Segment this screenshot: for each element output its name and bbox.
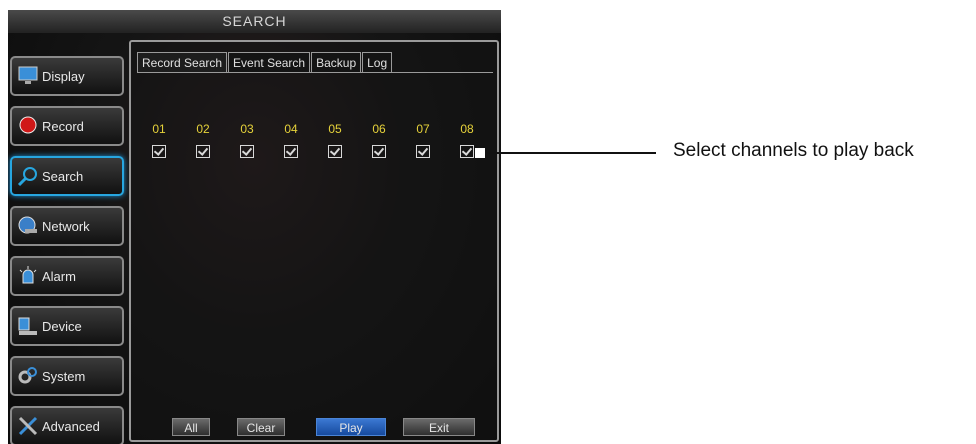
tab-bar: Record Search Event Search Backup Log bbox=[137, 52, 393, 73]
channel-checkbox[interactable] bbox=[284, 145, 298, 158]
search-panel: Record Search Event Search Backup Log 01… bbox=[129, 40, 499, 442]
sidebar-item-label: Alarm bbox=[42, 269, 76, 284]
sidebar-item-device[interactable]: Device bbox=[10, 306, 124, 346]
channel-number: 05 bbox=[328, 122, 342, 136]
sidebar-item-label: Search bbox=[42, 169, 84, 184]
window-title: SEARCH bbox=[8, 10, 501, 33]
channel-1: 01 bbox=[147, 122, 171, 158]
sidebar-item-label: Display bbox=[42, 69, 85, 84]
tab-divider bbox=[137, 72, 493, 73]
channel-4: 04 bbox=[279, 122, 303, 158]
sidebar-item-advanced[interactable]: Advanced bbox=[10, 406, 124, 444]
device-icon bbox=[18, 317, 37, 335]
globe-network-icon bbox=[18, 216, 37, 234]
tools-icon bbox=[18, 416, 38, 436]
channel-2: 02 bbox=[191, 122, 215, 158]
channel-number: 02 bbox=[196, 122, 210, 136]
channel-number: 03 bbox=[240, 122, 254, 136]
channel-checkbox[interactable] bbox=[328, 145, 342, 158]
action-buttons: All Clear Play Exit bbox=[131, 418, 497, 440]
sidebar-item-network[interactable]: Network bbox=[10, 206, 124, 246]
channel-checkbox[interactable] bbox=[240, 145, 254, 158]
channel-5: 05 bbox=[323, 122, 347, 158]
monitor-icon bbox=[18, 66, 38, 84]
sidebar-item-label: Device bbox=[42, 319, 82, 334]
all-button[interactable]: All bbox=[172, 418, 210, 436]
channel-3: 03 bbox=[235, 122, 259, 158]
magnifier-icon bbox=[17, 167, 37, 187]
sidebar-item-display[interactable]: Display bbox=[10, 56, 124, 96]
channel-checkbox[interactable] bbox=[372, 145, 386, 158]
channel-number: 07 bbox=[416, 122, 430, 136]
tab-event-search[interactable]: Event Search bbox=[228, 52, 311, 73]
sidebar-item-label: System bbox=[42, 369, 86, 384]
channel-checkbox[interactable] bbox=[416, 145, 430, 158]
channel-number: 06 bbox=[372, 122, 386, 136]
callout-line bbox=[476, 152, 656, 154]
sidebar-item-search[interactable]: Search bbox=[10, 156, 124, 196]
gears-icon bbox=[18, 367, 37, 384]
sidebar: Display Record Search Network Alarm Devi… bbox=[8, 34, 126, 444]
channel-checkbox[interactable] bbox=[196, 145, 210, 158]
channel-checkbox[interactable] bbox=[152, 145, 166, 158]
channel-number: 04 bbox=[284, 122, 298, 136]
sidebar-item-label: Network bbox=[42, 219, 90, 234]
callout-text: Select channels to play back bbox=[673, 140, 914, 161]
sidebar-item-label: Advanced bbox=[42, 419, 100, 434]
sidebar-item-alarm[interactable]: Alarm bbox=[10, 256, 124, 296]
tab-record-search[interactable]: Record Search bbox=[137, 52, 228, 73]
callout-marker bbox=[474, 147, 486, 159]
clear-button[interactable]: Clear bbox=[237, 418, 285, 436]
channel-number: 01 bbox=[152, 122, 166, 136]
exit-button[interactable]: Exit bbox=[403, 418, 475, 436]
dvr-screen: SEARCH Display Record Search Network Ala… bbox=[8, 10, 501, 444]
channel-6: 06 bbox=[367, 122, 391, 158]
tab-log[interactable]: Log bbox=[362, 52, 393, 73]
record-icon bbox=[19, 116, 37, 134]
channel-7: 07 bbox=[411, 122, 435, 158]
channel-checkbox[interactable] bbox=[460, 145, 474, 158]
sidebar-item-system[interactable]: System bbox=[10, 356, 124, 396]
tab-backup[interactable]: Backup bbox=[311, 52, 362, 73]
alarm-siren-icon bbox=[19, 266, 37, 284]
sidebar-item-label: Record bbox=[42, 119, 84, 134]
channel-number: 08 bbox=[460, 122, 474, 136]
sidebar-item-record[interactable]: Record bbox=[10, 106, 124, 146]
play-button[interactable]: Play bbox=[316, 418, 386, 436]
